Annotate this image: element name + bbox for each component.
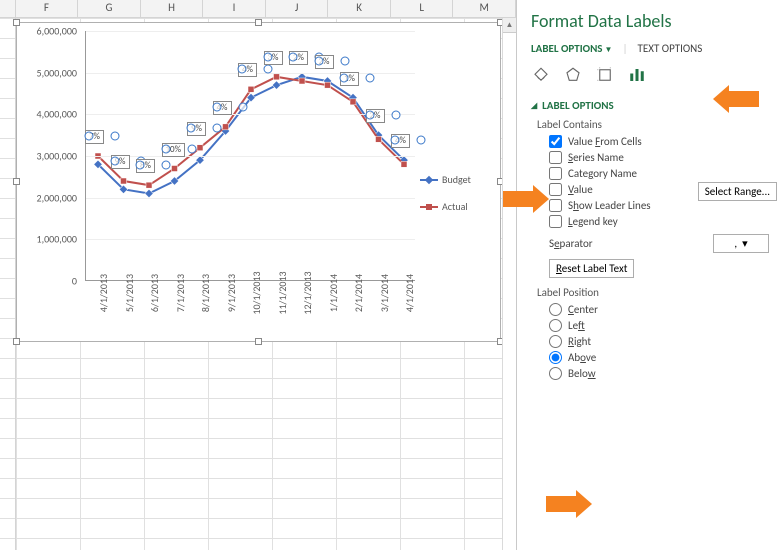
- selection-handle-icon[interactable]: [111, 132, 120, 141]
- col-header[interactable]: G: [78, 0, 141, 17]
- selection-handle-icon[interactable]: [162, 161, 171, 170]
- selection-handle-icon[interactable]: [110, 157, 119, 166]
- vertical-scrollbar[interactable]: [502, 18, 516, 550]
- separator-dropdown[interactable]: , ▾: [713, 234, 769, 253]
- label-contains-heading: Label Contains: [537, 118, 773, 131]
- col-header[interactable]: F: [16, 0, 79, 17]
- x-tick: 11/1/2013: [276, 269, 289, 317]
- radio-above[interactable]: [549, 351, 562, 364]
- effects-icon[interactable]: [563, 65, 583, 85]
- col-header[interactable]: M: [453, 0, 516, 17]
- selection-handle-icon[interactable]: [340, 73, 349, 82]
- tab-label-options[interactable]: LABEL OPTIONS: [531, 40, 612, 57]
- x-tick: 8/1/2013: [199, 269, 212, 317]
- col-header[interactable]: L: [391, 0, 454, 17]
- radio-center[interactable]: [549, 303, 562, 316]
- selection-handle-icon[interactable]: [212, 102, 221, 111]
- selection-handle-icon[interactable]: [263, 52, 272, 61]
- x-tick: 12/1/2013: [301, 269, 314, 317]
- selection-handle-icon[interactable]: [161, 144, 170, 153]
- label-options-icon[interactable]: [627, 65, 647, 85]
- selection-handle-icon[interactable]: [238, 65, 247, 74]
- y-tick: 2,000,000: [17, 191, 77, 204]
- format-data-labels-pane: Format Data Labels LABEL OPTIONS | TEXT …: [517, 0, 781, 550]
- select-range-button[interactable]: Select Range...: [698, 182, 777, 201]
- embedded-chart[interactable]: 0 1,000,000 2,000,000 3,000,000 4,000,000 5,0…: [16, 22, 501, 342]
- section-label-options[interactable]: LABEL OPTIONS: [531, 99, 773, 112]
- col-header[interactable]: H: [141, 0, 204, 17]
- y-tick: 5,000,000: [17, 66, 77, 79]
- x-tick: 6/1/2013: [148, 269, 161, 317]
- fill-line-icon[interactable]: [531, 65, 551, 85]
- column-headers: F G H I J K L M: [0, 0, 516, 18]
- checkbox-legend-key[interactable]: [549, 215, 562, 228]
- radio-below[interactable]: [549, 367, 562, 380]
- resize-handle[interactable]: [255, 19, 262, 26]
- reset-label-text-button[interactable]: Reset Label Text: [549, 259, 634, 278]
- selection-handle-icon[interactable]: [391, 136, 400, 145]
- x-axis[interactable]: 4/1/20135/1/20136/1/20137/1/20138/1/2013…: [85, 287, 415, 343]
- x-tick: 5/1/2013: [123, 269, 136, 317]
- selection-handle-icon[interactable]: [289, 52, 298, 61]
- y-axis[interactable]: 01,000,0002,000,0003,000,0004,000,0005,0…: [17, 31, 83, 281]
- selection-handle-icon[interactable]: [238, 102, 247, 111]
- x-tick: 4/1/2014: [403, 269, 416, 317]
- x-tick: 9/1/2013: [225, 269, 238, 317]
- col-header[interactable]: J: [266, 0, 329, 17]
- y-tick: 4,000,000: [17, 108, 77, 121]
- selection-handle-icon[interactable]: [391, 111, 400, 120]
- selection-handle-icon[interactable]: [366, 73, 375, 82]
- y-tick: 6,000,000: [17, 25, 77, 38]
- size-properties-icon[interactable]: [595, 65, 615, 85]
- label-position-heading: Label Position: [537, 286, 773, 299]
- resize-handle[interactable]: [13, 338, 20, 345]
- col-header[interactable]: K: [328, 0, 391, 17]
- legend-entry-budget[interactable]: Budget: [420, 173, 490, 186]
- checkbox-show-leader-lines[interactable]: [549, 199, 562, 212]
- x-tick: 7/1/2013: [174, 269, 187, 317]
- x-tick: 10/1/2013: [250, 269, 263, 317]
- x-tick: 2/1/2014: [352, 269, 365, 317]
- selection-handle-icon[interactable]: [365, 111, 374, 120]
- y-tick: 3,000,000: [17, 150, 77, 163]
- checkbox-value[interactable]: [549, 183, 562, 196]
- x-tick: 1/1/2014: [327, 269, 340, 317]
- chart-legend[interactable]: Budget Actual: [420, 173, 490, 227]
- radio-right[interactable]: [549, 335, 562, 348]
- radio-left[interactable]: [549, 319, 562, 332]
- line-marker-icon: [420, 206, 438, 208]
- legend-entry-actual[interactable]: Actual: [420, 200, 490, 213]
- spreadsheet-area[interactable]: F G H I J K L M 0 1,000,000 2,000,000 3,000…: [0, 0, 517, 550]
- checkbox-category-name[interactable]: [549, 167, 562, 180]
- y-tick: 0: [17, 275, 77, 288]
- selection-handle-icon[interactable]: [340, 57, 349, 66]
- selection-handle-icon[interactable]: [136, 161, 145, 170]
- separator-label: Separator: [549, 237, 593, 250]
- tab-text-options[interactable]: TEXT OPTIONS: [638, 40, 703, 57]
- selection-handle-icon[interactable]: [264, 65, 273, 74]
- x-tick: 3/1/2014: [378, 269, 391, 317]
- selection-handle-icon[interactable]: [314, 57, 323, 66]
- checkbox-series-name[interactable]: [549, 151, 562, 164]
- selection-handle-icon[interactable]: [213, 123, 222, 132]
- selection-handle-icon[interactable]: [187, 123, 196, 132]
- selection-handle-icon[interactable]: [85, 132, 94, 141]
- col-header[interactable]: I: [203, 0, 266, 17]
- x-tick: 4/1/2013: [97, 269, 110, 317]
- pane-title: Format Data Labels: [531, 10, 773, 32]
- line-marker-icon: [420, 179, 438, 181]
- selection-handle-icon[interactable]: [417, 136, 426, 145]
- checkbox-value-from-cells[interactable]: [549, 135, 562, 148]
- y-tick: 1,000,000: [17, 233, 77, 246]
- selection-handle-icon[interactable]: [187, 144, 196, 153]
